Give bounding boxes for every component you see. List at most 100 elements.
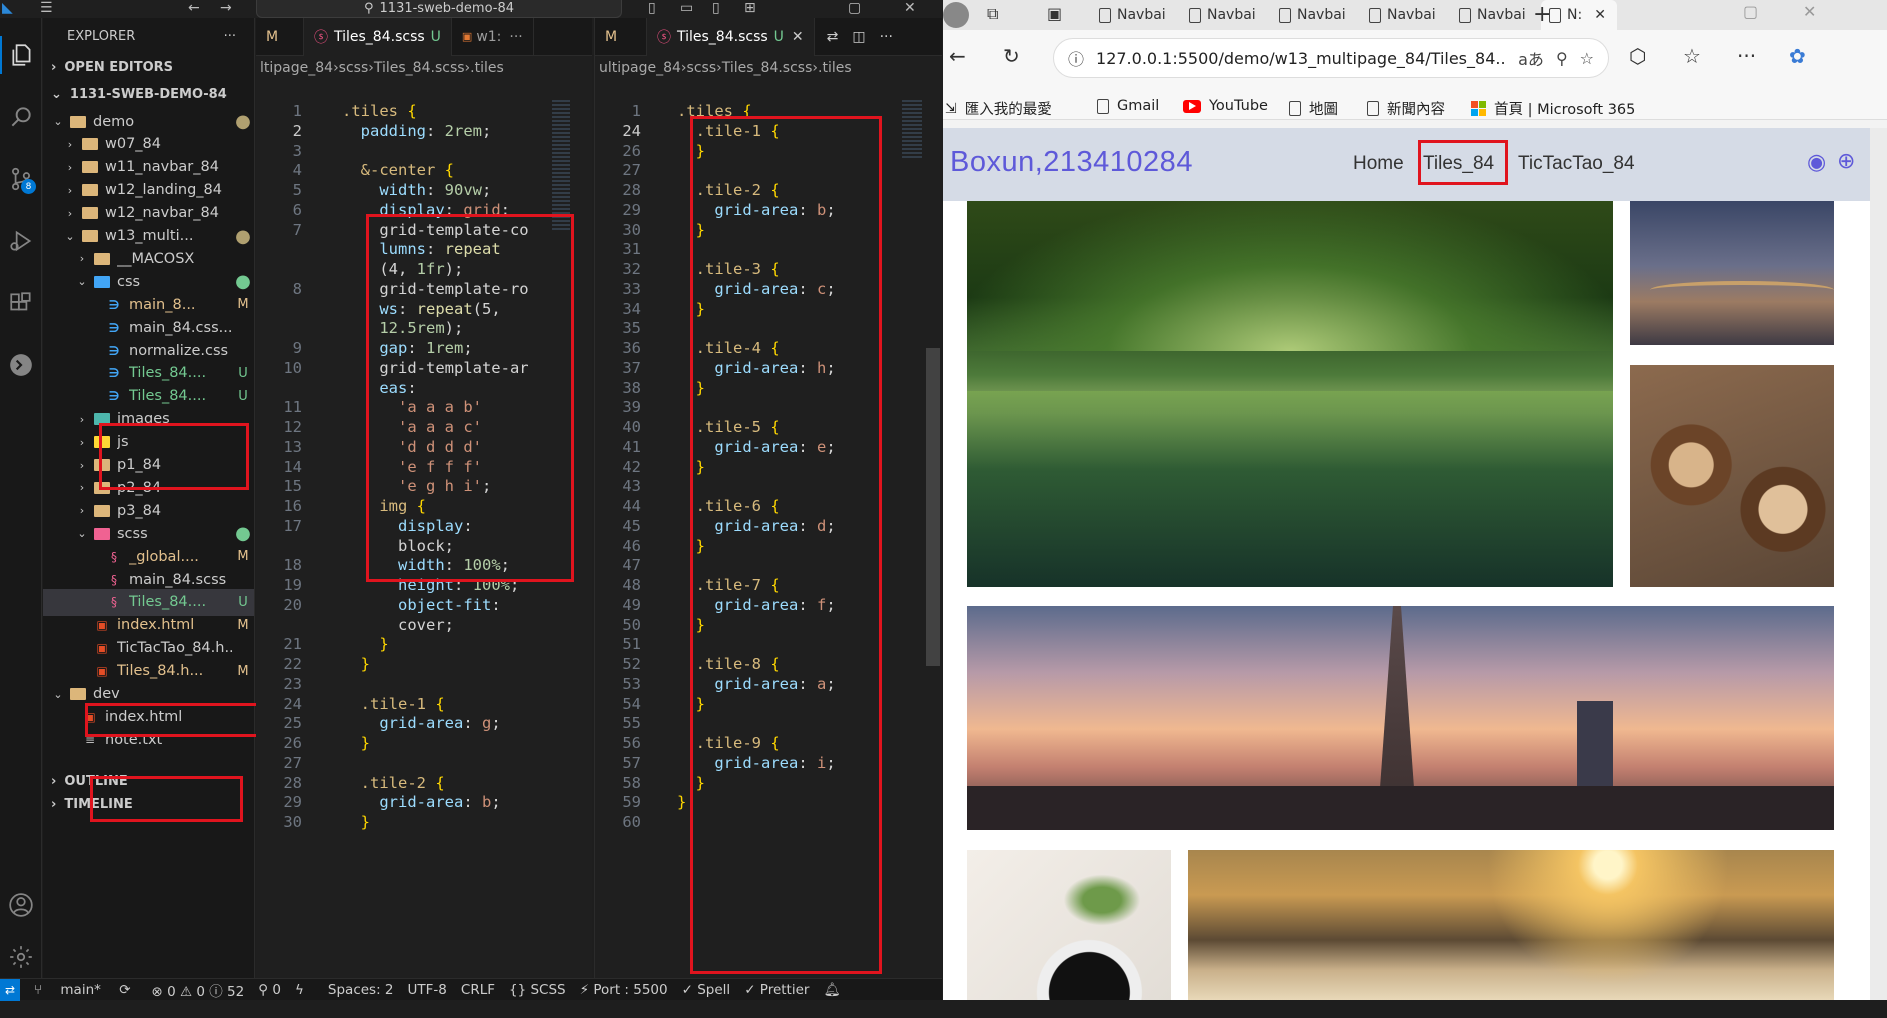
breadcrumb-item[interactable]: .tiles [470, 60, 504, 76]
run-debug-icon[interactable] [0, 222, 42, 260]
code-line[interactable]: grid-template-ro [342, 280, 528, 298]
code-line[interactable]: } [342, 635, 388, 653]
nav-link-tictactao[interactable]: TicTacTao_84 [1518, 153, 1635, 175]
code-line[interactable]: grid-area: f; [677, 596, 835, 614]
code-line[interactable]: .tile-3 { [677, 260, 780, 278]
breadcrumb-item[interactable]: scss [339, 60, 369, 76]
toggle-sidebar-icon[interactable]: ▯ [648, 0, 656, 16]
code-line[interactable]: } [677, 142, 705, 160]
toggle-secondary-sidebar-icon[interactable]: ▯ [712, 0, 720, 16]
globe-icon[interactable]: ⊕ [1837, 149, 1855, 174]
code-line[interactable]: } [677, 774, 705, 792]
explorer-more-button[interactable]: ··· [224, 29, 236, 44]
favorite-youtube[interactable]: YouTube [1183, 98, 1268, 114]
command-center-search[interactable]: ⚲ 1131-sweb-demo-84 [256, 0, 622, 18]
problems-indicator[interactable]: ⊗ 0 ⚠ 0 ⓘ 52 [145, 980, 252, 1000]
split-editor-icon[interactable]: ◫ [852, 29, 865, 45]
eol-indicator[interactable]: CRLF [454, 982, 502, 998]
code-line[interactable]: .tile-1 { [677, 122, 780, 140]
timeline-section[interactable]: › TIMELINE [43, 791, 254, 818]
code-line[interactable]: grid-template-co [342, 221, 528, 239]
indentation-indicator[interactable]: Spaces: 2 [321, 982, 401, 998]
code-line[interactable]: .tile-7 { [677, 576, 780, 594]
ports-indicator[interactable]: ⚲ 0 [251, 982, 288, 998]
zoom-icon[interactable]: ⚲ [1556, 49, 1568, 68]
breadcrumb-item[interactable]: .tiles [818, 60, 852, 76]
code-line[interactable]: .tile-6 { [677, 497, 780, 515]
code-line[interactable]: 'e g h i'; [342, 477, 491, 495]
new-tab-button[interactable]: + [1533, 2, 1551, 27]
extensions-icon[interactable]: ⬡ [1629, 44, 1646, 68]
more-actions-icon[interactable]: ··· [880, 29, 893, 45]
back-arrow-icon[interactable]: ← [188, 0, 200, 16]
code-line[interactable]: .tile-2 { [677, 181, 780, 199]
code-line[interactable]: height: 100%; [342, 576, 519, 594]
workspaces-icon[interactable]: ⧉ [987, 4, 998, 24]
code-line[interactable]: eas: [342, 379, 416, 397]
code-line[interactable]: gap: 1rem; [342, 339, 472, 357]
code-line[interactable]: grid-area: c; [677, 280, 835, 298]
code-line[interactable]: } [342, 734, 370, 752]
browser-tab[interactable]: Navbai [1361, 0, 1447, 30]
code-line[interactable]: padding: 2rem; [342, 122, 492, 140]
tab-tiles-scss[interactable]: ⓢ Tiles_84.scss U [304, 18, 452, 56]
extensions-icon[interactable] [0, 284, 42, 322]
browser-tab[interactable]: Navbai [1271, 0, 1357, 30]
browser-tab[interactable]: N: ✕ [1541, 0, 1617, 30]
code-line[interactable]: (4, 1fr); [342, 260, 463, 278]
open-changes-icon[interactable]: ⇄ [827, 29, 839, 45]
tab-partial[interactable]: M [595, 18, 647, 56]
notifications-bell-icon[interactable]: 🔔︎ [816, 982, 847, 998]
code-line[interactable]: .tile-2 { [342, 774, 445, 792]
code-line[interactable]: grid-area: e; [677, 438, 835, 456]
code-line[interactable]: } [677, 221, 705, 239]
code-line[interactable]: .tile-9 { [677, 734, 780, 752]
code-line[interactable]: } [342, 655, 370, 673]
encoding-indicator[interactable]: UTF-8 [401, 982, 454, 998]
accounts-icon[interactable] [0, 886, 42, 924]
tab-close-icon[interactable]: ✕ [792, 29, 804, 45]
code-line[interactable]: ws: repeat(5, [342, 300, 500, 318]
browser-tab[interactable]: Navbai [1181, 0, 1267, 30]
code-line[interactable]: cover; [342, 616, 454, 634]
code-line[interactable]: width: 100%; [342, 556, 510, 574]
code-line[interactable]: block; [342, 537, 454, 555]
favorite-microsoft365[interactable]: 首頁 | Microsoft 365 [1471, 98, 1635, 119]
more-menu-icon[interactable]: ··· [1737, 44, 1756, 68]
tab-actions-icon[interactable]: ▣ [1047, 4, 1062, 23]
favorite-news[interactable]: 新聞內容 [1367, 98, 1445, 119]
breadcrumb-item[interactable]: Tiles_84.scss [722, 60, 813, 76]
breadcrumb-item[interactable]: scss [687, 60, 717, 76]
code-line[interactable]: img { [342, 497, 426, 515]
code-line[interactable]: width: 90vw; [342, 181, 491, 199]
tree-item[interactable]: ≡ note.txt [43, 726, 254, 753]
more-tabs-button[interactable]: ··· [509, 29, 522, 45]
profile-avatar[interactable] [943, 2, 969, 28]
code-line[interactable]: 'a a a b' [342, 398, 482, 416]
code-line[interactable]: &-center { [342, 161, 454, 179]
tab-close-icon[interactable]: ✕ [1594, 7, 1606, 23]
layout-icon[interactable]: ⊞ [744, 0, 756, 16]
window-close-icon[interactable]: ✕ [1803, 2, 1816, 21]
nav-link-tiles[interactable]: Tiles_84 [1423, 153, 1494, 175]
tab-partial[interactable]: M [256, 18, 304, 56]
code-line[interactable]: } [342, 813, 370, 831]
code-line[interactable]: display: [342, 517, 473, 535]
settings-gear-icon[interactable] [0, 938, 42, 976]
window-restore-icon[interactable]: ▢ [848, 0, 861, 16]
address-bar[interactable]: ⓘ 127.0.0.1:5500/demo/w13_multipage_84/T… [1053, 38, 1609, 78]
back-arrow-icon[interactable]: ← [949, 44, 966, 68]
favorite-gmail[interactable]: Gmail [1097, 98, 1159, 114]
refresh-icon[interactable]: ↻ [1003, 44, 1020, 68]
toggle-panel-icon[interactable]: ▭ [680, 0, 693, 16]
favorite-star-icon[interactable]: ☆ [1580, 49, 1608, 68]
branch-indicator[interactable]: ⑂ main* ⟳ [20, 982, 145, 998]
favorite-maps[interactable]: 地圖 [1289, 98, 1338, 119]
site-info-icon[interactable]: ⓘ [1068, 46, 1084, 70]
favorites-icon[interactable]: ☆ [1683, 44, 1701, 68]
breadcrumb-item[interactable]: ltipage_84 [260, 60, 333, 76]
explorer-icon[interactable] [0, 36, 42, 74]
breadcrumb-item[interactable]: Tiles_84.scss [374, 60, 465, 76]
code-line[interactable]: .tile-8 { [677, 655, 780, 673]
code-line[interactable]: grid-area: b; [342, 793, 500, 811]
